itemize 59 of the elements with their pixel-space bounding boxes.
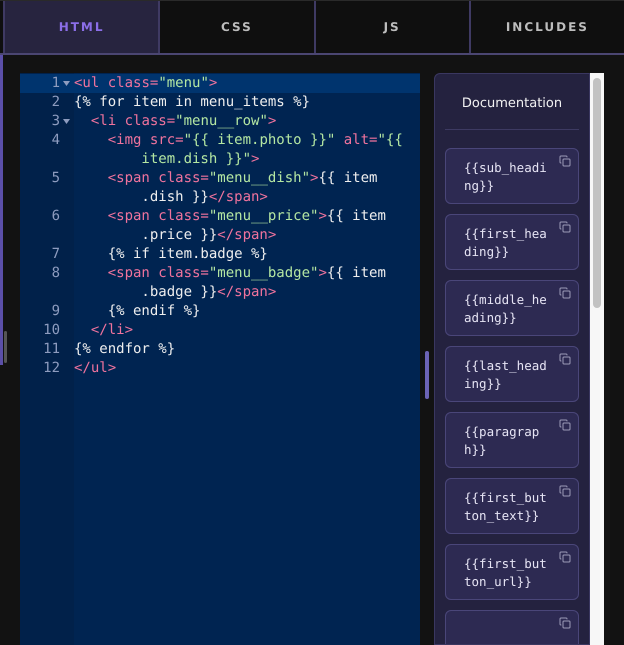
code-line: .price }}</span> <box>140 226 276 245</box>
code-line: {% endfor %} <box>74 340 176 359</box>
code-line: {% endif %} <box>106 302 200 321</box>
code-line: item.dish }}"> <box>140 150 260 169</box>
code-line: </ul> <box>74 359 116 378</box>
copy-icon[interactable] <box>559 287 571 299</box>
code-line: <li class="menu__row"> <box>90 112 276 131</box>
line-number: 2 <box>52 93 60 112</box>
line-number: 12 <box>43 359 60 378</box>
line-number: 4 <box>52 131 60 150</box>
copy-icon[interactable] <box>559 551 571 563</box>
copy-icon[interactable] <box>559 155 571 167</box>
resize-handle[interactable] <box>425 351 429 399</box>
line-number: 11 <box>43 340 60 359</box>
line-number: 1 <box>52 74 60 93</box>
variable-name: {{sub_heading}} <box>464 159 548 195</box>
scrollbar-thumb[interactable] <box>593 78 601 308</box>
variable-card[interactable]: {{first_heading}} <box>445 214 579 270</box>
variable-name: {{first_button_text}} <box>464 489 548 525</box>
variable-name: {{paragraph}} <box>464 423 540 459</box>
code-line: <img src="{{ item.photo }}" alt="{{ <box>106 131 403 150</box>
line-number: 3 <box>52 112 60 131</box>
copy-icon[interactable] <box>559 617 571 629</box>
code-editor[interactable] <box>20 73 420 645</box>
tab[interactable]: HTML <box>3 1 158 53</box>
variable-name: {{first_heading}} <box>464 225 548 261</box>
variable-card[interactable]: {{first_button_text}} <box>445 478 579 534</box>
code-line: </li> <box>90 321 134 340</box>
variable-name: {{first_button_url}} <box>464 555 548 591</box>
fold-caret-icon[interactable] <box>62 81 70 86</box>
variable-card[interactable]: {{last_heading}} <box>445 346 579 402</box>
code-line: .dish }}</span> <box>140 188 268 207</box>
copy-icon[interactable] <box>559 221 571 233</box>
code-line: <span class="menu__price">{{ item <box>106 207 386 226</box>
copy-icon[interactable] <box>559 419 571 431</box>
scrollbar[interactable] <box>590 73 604 645</box>
variable-card[interactable]: {{paragraph}} <box>445 412 579 468</box>
code-line: <span class="menu__dish">{{ item <box>106 169 378 188</box>
line-number: 7 <box>52 245 60 264</box>
resize-handle[interactable] <box>4 331 7 363</box>
fold-caret-icon[interactable] <box>62 119 70 124</box>
code-line: <ul class="menu"> <box>74 74 218 93</box>
code-line: <span class="menu__badge">{{ item <box>106 264 386 283</box>
line-number: 6 <box>52 207 60 226</box>
copy-icon[interactable] <box>559 485 571 497</box>
variable-card[interactable]: {{middle_heading}} <box>445 280 579 336</box>
panel-title: Documentation <box>445 74 579 130</box>
variable-card[interactable]: {{sub_heading}} <box>445 148 579 204</box>
line-number: 9 <box>52 302 60 321</box>
line-number: 5 <box>52 169 60 188</box>
code-line: .badge }}</span> <box>140 283 276 302</box>
code-line: {% if item.badge %} <box>106 245 268 264</box>
code-line: {% for item in menu_items %} <box>74 93 310 112</box>
line-number: 10 <box>43 321 60 340</box>
line-number: 8 <box>52 264 60 283</box>
variable-card[interactable]: {{first_button_url}} <box>445 544 579 600</box>
variable-name: {{last_heading}} <box>464 357 548 393</box>
variable-name: {{middle_heading}} <box>464 291 548 327</box>
copy-icon[interactable] <box>559 353 571 365</box>
